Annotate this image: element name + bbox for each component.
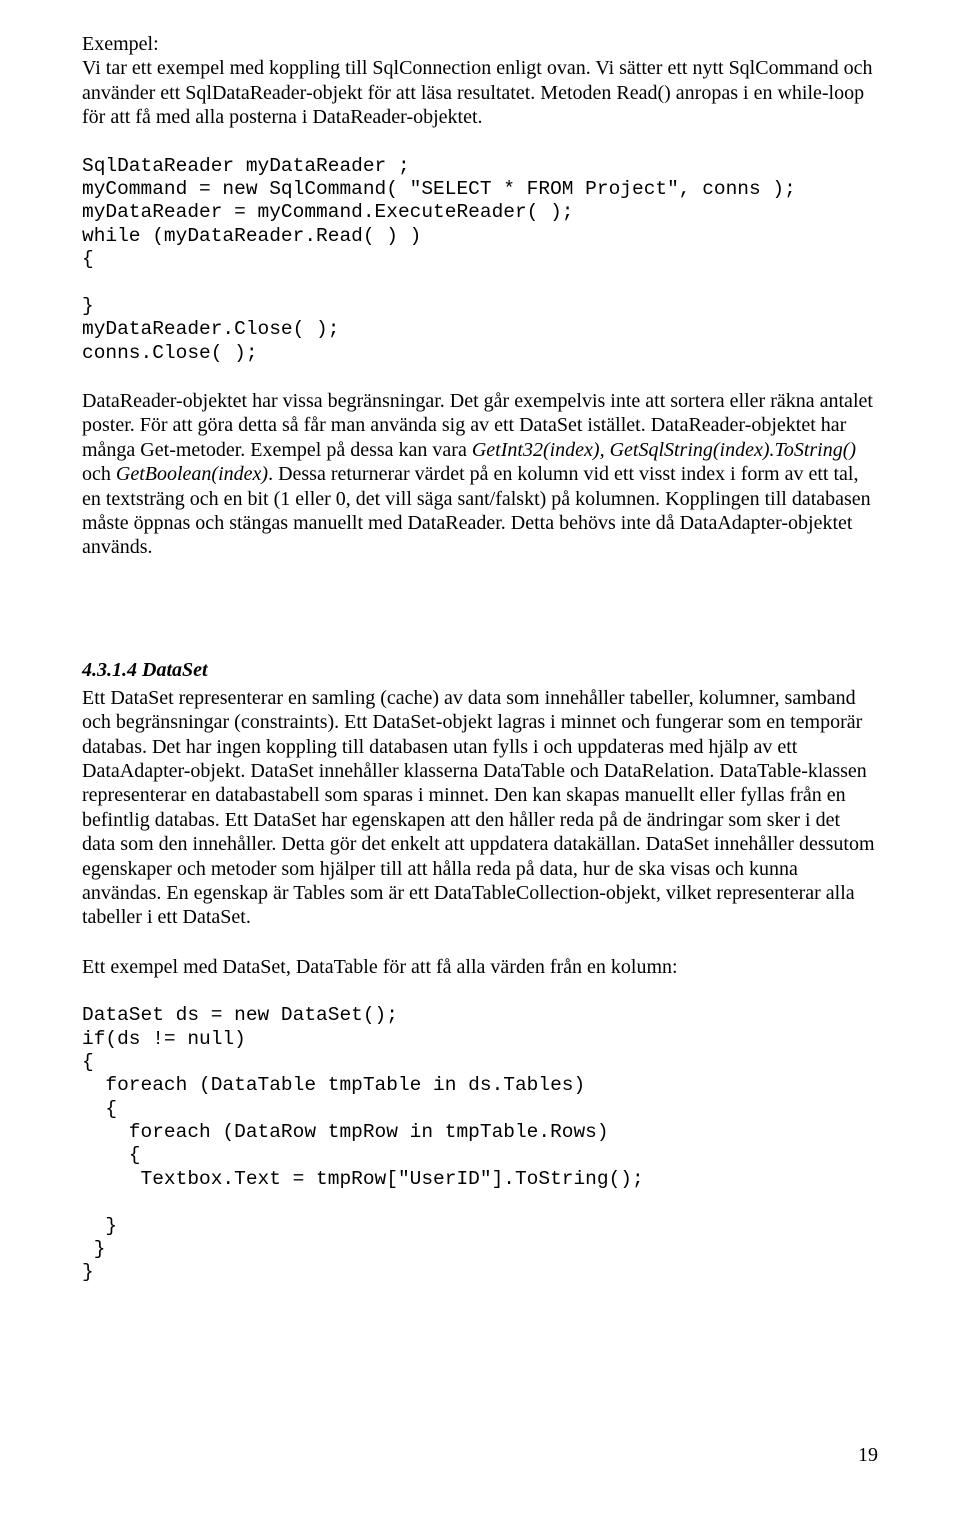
code-block-2: DataSet ds = new DataSet(); if(ds != nul… bbox=[82, 1004, 878, 1285]
italic-method-2: GetBoolean(index) bbox=[116, 463, 268, 485]
text-span: och bbox=[82, 463, 116, 485]
section-heading-dataset: 4.3.1.4 DataSet bbox=[82, 659, 878, 682]
paragraph-dataset: Ett DataSet representerar en samling (ca… bbox=[82, 686, 878, 930]
example-label: Exempel: bbox=[82, 32, 878, 56]
paragraph-intro: Vi tar ett exempel med koppling till Sql… bbox=[82, 56, 878, 129]
paragraph-datareader: DataReader-objektet har vissa begränsnin… bbox=[82, 389, 878, 560]
paragraph-example-intro: Ett exempel med DataSet, DataTable för a… bbox=[82, 955, 878, 979]
code-block-1: SqlDataReader myDataReader ; myCommand =… bbox=[82, 155, 878, 366]
document-page: Exempel: Vi tar ett exempel med koppling… bbox=[0, 0, 960, 1515]
page-number: 19 bbox=[858, 1444, 878, 1467]
italic-method-1: GetInt32(index), GetSqlString(index).ToS… bbox=[472, 439, 856, 461]
